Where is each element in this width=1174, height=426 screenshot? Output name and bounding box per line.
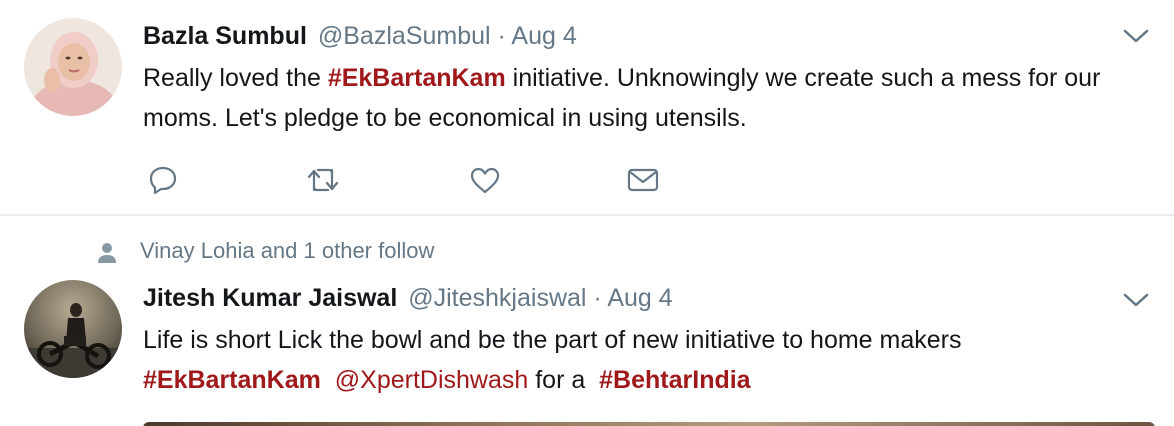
- avatar[interactable]: [24, 18, 122, 116]
- hashtag-link[interactable]: #BehtarIndia: [599, 366, 750, 394]
- social-context-label[interactable]: Vinay Lohia and 1 other follow: [140, 236, 434, 266]
- separator-dot: ·: [497, 22, 506, 50]
- avatar[interactable]: [24, 280, 122, 378]
- hashtag-link[interactable]: #EkBartanKam: [143, 366, 321, 394]
- user-name[interactable]: Jitesh Kumar Jaiswal: [143, 284, 397, 312]
- tweet-text: Really loved the #EkBartanKam initiative…: [143, 58, 1143, 138]
- user-name[interactable]: Bazla Sumbul: [143, 22, 307, 50]
- chevron-down-icon[interactable]: [1122, 26, 1150, 46]
- user-handle[interactable]: @BazlaSumbul: [318, 22, 491, 50]
- tweet[interactable]: Bazla Sumbul @BazlaSumbul · Aug 4 Really…: [0, 0, 1174, 216]
- separator-dot: ·: [593, 284, 602, 312]
- mention-link[interactable]: @XpertDishwash: [335, 366, 529, 394]
- tweet-text-line: #EkBartanKam @XpertDishwash for a #Behta…: [143, 360, 1143, 400]
- user-handle[interactable]: @Jiteshkjaiswal: [408, 284, 586, 312]
- retweet-icon[interactable]: [303, 162, 343, 198]
- tweet-header: Jitesh Kumar Jaiswal @Jiteshkjaiswal · A…: [143, 282, 673, 314]
- tweet-date[interactable]: Aug 4: [607, 284, 672, 312]
- media-preview[interactable]: [143, 422, 1155, 426]
- tweet-date[interactable]: Aug 4: [511, 22, 576, 50]
- tweet-header: Bazla Sumbul @BazlaSumbul · Aug 4: [143, 20, 577, 52]
- tweet[interactable]: Vinay Lohia and 1 other follow Jitesh Ku…: [0, 218, 1174, 426]
- tweet-text-part: for a: [528, 366, 593, 394]
- tweet-text-part: Really loved the: [143, 64, 328, 92]
- direct-message-icon[interactable]: [623, 162, 663, 198]
- reply-icon[interactable]: [143, 162, 183, 198]
- tweet-text-line: Life is short Lick the bowl and be the p…: [143, 326, 962, 354]
- chevron-down-icon[interactable]: [1122, 290, 1150, 310]
- tweet-text: Life is short Lick the bowl and be the p…: [143, 320, 1143, 400]
- like-icon[interactable]: [465, 162, 505, 198]
- person-icon: [96, 242, 118, 272]
- hashtag-link[interactable]: #EkBartanKam: [328, 64, 506, 92]
